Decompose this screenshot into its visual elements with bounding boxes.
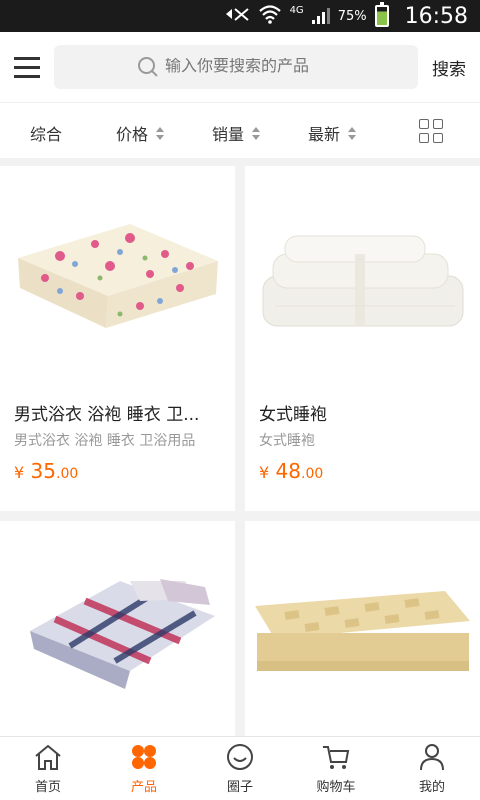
nav-label: 首页 (34, 780, 61, 795)
sort-arrows-icon (348, 126, 357, 140)
price-integer: 48 (275, 459, 301, 483)
smile-icon (227, 744, 253, 770)
battery-icon (374, 2, 389, 27)
search-bar[interactable] (54, 45, 418, 89)
product-subtitle: 女式睡袍 (259, 433, 315, 449)
user-icon (420, 744, 444, 771)
products-icon (132, 745, 156, 769)
product-card[interactable]: 男式浴衣 浴袍 睡衣 卫... 男式浴衣 浴袍 睡衣 卫浴用品 ¥ 35.00 (0, 166, 235, 511)
nav-cart[interactable]: 购物车 (288, 737, 384, 800)
nav-me[interactable]: 我的 (384, 737, 480, 800)
nav-circle[interactable]: 圈子 (192, 737, 288, 800)
nav-label: 产品 (130, 780, 157, 795)
product-card[interactable]: 女式睡袍 女式睡袍 ¥ 48.00 (245, 166, 480, 511)
sort-label: 销量 (212, 125, 245, 144)
nav-label: 购物车 (316, 780, 356, 795)
sort-arrows-icon (252, 126, 261, 140)
product-price: ¥ 35.00 (0, 459, 235, 483)
battery-percent: 75% (337, 8, 367, 24)
product-subtitle: 男式浴衣 浴袍 睡衣 卫浴用品 (14, 433, 196, 449)
sort-bar: 综合 价格 销量 最新 (0, 102, 480, 158)
sort-arrows-icon (156, 126, 165, 140)
search-button[interactable]: 搜索 (432, 55, 466, 80)
product-image-plaid-bedding (0, 521, 235, 731)
product-grid: 男式浴衣 浴袍 睡衣 卫... 男式浴衣 浴袍 睡衣 卫浴用品 ¥ 35.00 … (0, 166, 480, 736)
product-card[interactable] (0, 521, 235, 736)
sort-sales[interactable]: 销量 (212, 121, 261, 145)
product-image-beige-sheets (245, 521, 480, 731)
signal-icon (311, 8, 330, 24)
sort-comprehensive[interactable]: 综合 (30, 121, 62, 145)
search-input[interactable] (165, 58, 335, 76)
sort-price[interactable]: 价格 (116, 121, 165, 145)
grid-view-icon[interactable] (419, 119, 443, 143)
sort-label: 价格 (116, 125, 149, 144)
price-decimal: .00 (301, 466, 324, 482)
nav-label: 圈子 (226, 780, 253, 795)
wifi-icon (258, 4, 282, 28)
search-icon (137, 56, 159, 78)
sort-label: 最新 (308, 125, 341, 144)
sort-newest[interactable]: 最新 (308, 121, 357, 145)
clock: 16:58 (404, 3, 468, 29)
menu-icon[interactable] (0, 32, 54, 102)
product-image-white-towels (245, 166, 480, 376)
home-icon (35, 744, 61, 770)
status-bar: 4G 75% 16:58 (0, 0, 480, 32)
product-price: ¥ 48.00 (245, 459, 480, 483)
nav-home[interactable]: 首页 (0, 737, 96, 800)
currency-symbol: ¥ (259, 463, 270, 482)
nav-label: 我的 (418, 780, 445, 795)
mute-icon (224, 5, 250, 27)
product-card[interactable] (245, 521, 480, 736)
currency-symbol: ¥ (14, 463, 25, 482)
nav-products[interactable]: 产品 (96, 737, 192, 800)
network-label: 4G (289, 4, 304, 16)
cart-icon (323, 746, 350, 769)
price-decimal: .00 (56, 466, 79, 482)
header: 搜索 (0, 32, 480, 102)
sort-label: 综合 (30, 125, 63, 144)
price-integer: 35 (30, 459, 56, 483)
product-image-floral-bedding (0, 166, 235, 376)
product-title: 男式浴衣 浴袍 睡衣 卫... (14, 405, 200, 425)
product-title: 女式睡袍 (259, 405, 327, 425)
bottom-nav: 首页 产品 圈子 购物车 我的 (0, 736, 480, 800)
